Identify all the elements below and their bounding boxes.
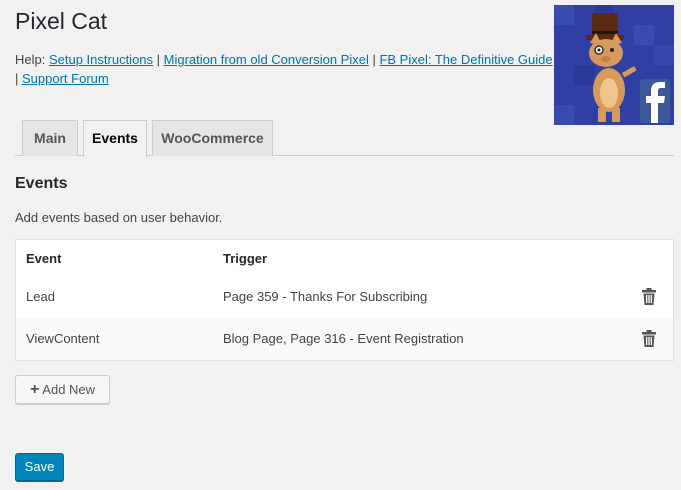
add-new-label: Add New: [42, 382, 96, 397]
tab-woocommerce[interactable]: WooCommerce: [152, 120, 273, 156]
event-trigger: Page 359 - Thanks For Subscribing: [223, 289, 428, 304]
setup-instructions-link[interactable]: Setup Instructions: [49, 52, 153, 67]
event-trigger: Blog Page, Page 316 - Event Registration: [223, 331, 464, 346]
add-new-event-button[interactable]: + Add New: [15, 375, 110, 404]
link-separator: |: [368, 52, 380, 67]
link-separator: |: [153, 52, 164, 67]
events-description: Add events based on user behavior.: [15, 210, 223, 225]
table-row: ViewContent Blog Page, Page 316 - Event …: [16, 318, 673, 360]
table-row: Lead Page 359 - Thanks For Subscribing: [16, 276, 673, 318]
settings-tabs: Main Events WooCommerce: [15, 120, 674, 157]
events-section-title: Events: [15, 175, 68, 192]
save-button[interactable]: Save: [15, 453, 64, 481]
fb-pixel-guide-link[interactable]: FB Pixel: The Definitive Guide: [379, 52, 552, 67]
page-title: Pixel Cat: [15, 8, 108, 34]
pixel-cat-logo: [554, 5, 674, 125]
trash-icon[interactable]: [642, 330, 656, 347]
plus-icon: +: [29, 380, 40, 398]
events-table: Event Trigger Lead Page 359 - Thanks For…: [15, 239, 674, 361]
event-column-header: Event: [26, 251, 62, 266]
trigger-column-header: Trigger: [223, 251, 268, 266]
help-label: Help:: [15, 52, 49, 67]
trash-icon[interactable]: [642, 288, 656, 305]
support-forum-link[interactable]: Support Forum: [22, 71, 109, 86]
help-links: Help: Setup Instructions | Migration fro…: [15, 50, 555, 88]
link-separator: |: [15, 71, 22, 86]
event-name: Lead: [26, 289, 55, 304]
tab-events[interactable]: Events: [83, 120, 147, 157]
table-header-row: Event Trigger: [16, 240, 673, 276]
cat-logo-icon: [554, 5, 674, 125]
migration-link[interactable]: Migration from old Conversion Pixel: [164, 52, 369, 67]
tab-main[interactable]: Main: [22, 120, 78, 156]
event-name: ViewContent: [26, 331, 100, 346]
